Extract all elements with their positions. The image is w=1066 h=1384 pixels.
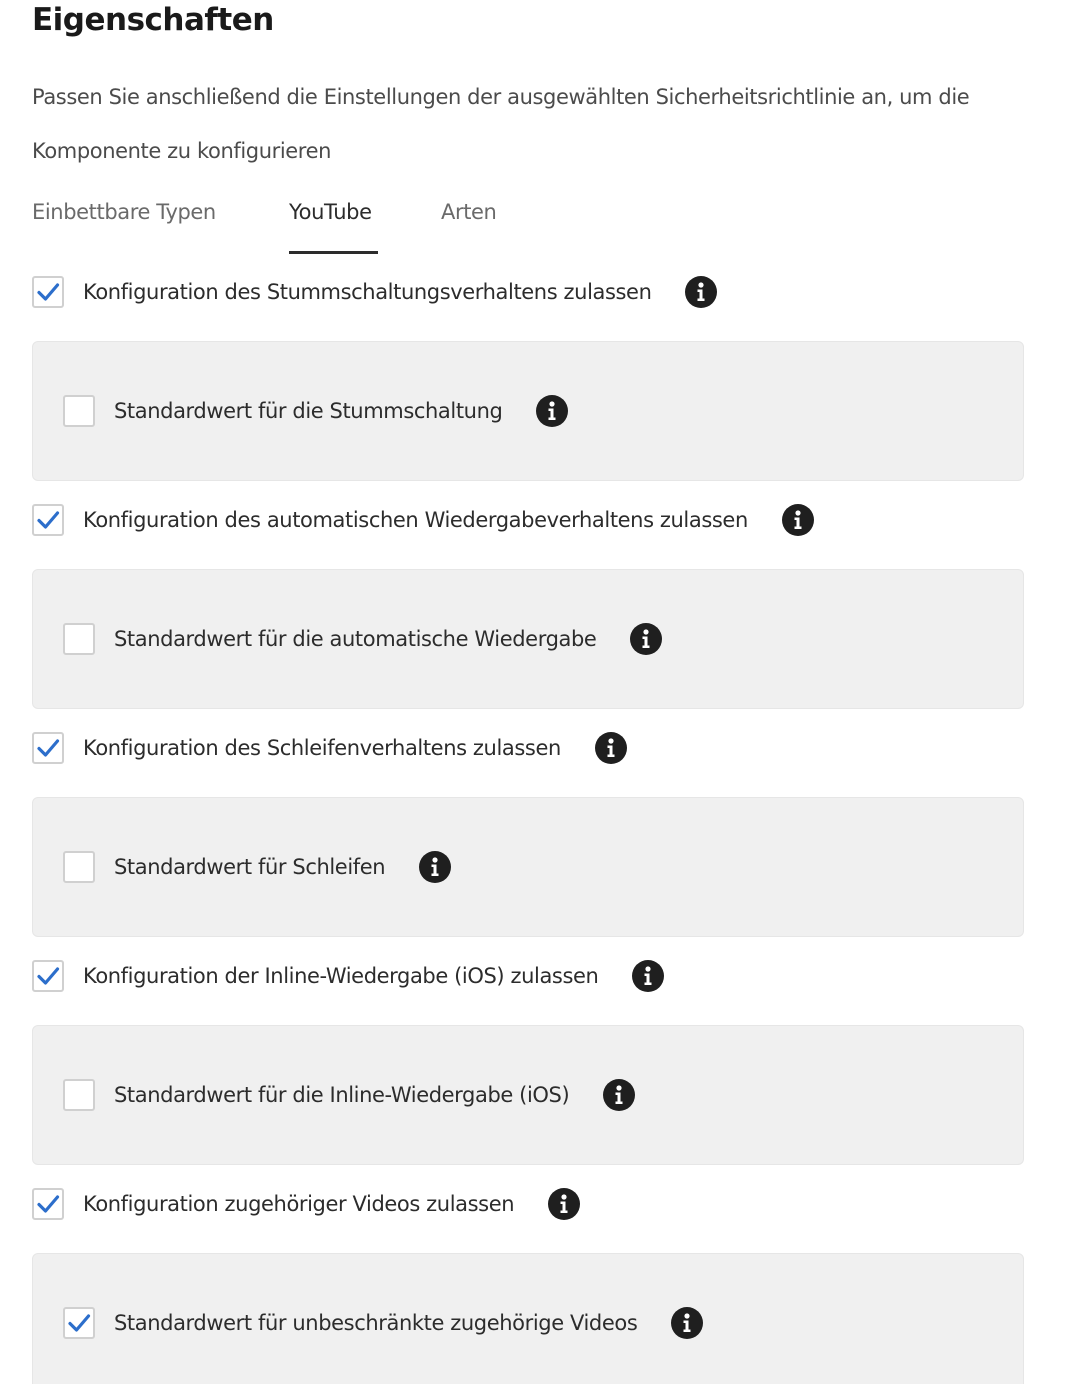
loop-default-label: Standardwert für Schleifen <box>114 855 386 879</box>
option-row-mute: Konfiguration des Stummschaltungsverhalt… <box>32 274 718 310</box>
tab-einbettbare-typen[interactable]: Einbettbare Typen <box>32 200 216 254</box>
option-row-loop: Konfiguration des Schleifenverhaltens zu… <box>32 730 627 766</box>
option-row-autoplay-default: Standardwert für die automatische Wieder… <box>63 621 663 657</box>
loop-default-panel: Standardwert für Schleifen <box>32 797 1024 937</box>
loop-default-checkbox[interactable] <box>63 851 95 883</box>
tab-youtube[interactable]: YouTube <box>289 200 378 254</box>
checkmark-icon <box>37 1195 60 1213</box>
info-icon[interactable] <box>630 623 663 655</box>
page-description: Passen Sie anschließend die Einstellunge… <box>32 85 970 163</box>
info-icon[interactable] <box>419 851 452 883</box>
tab-arten[interactable]: Arten <box>441 200 497 254</box>
mute-config-checkbox[interactable] <box>32 276 64 308</box>
info-icon[interactable] <box>536 395 569 427</box>
info-icon[interactable] <box>548 1188 581 1220</box>
checkmark-icon <box>37 967 60 985</box>
inline-default-label: Standardwert für die Inline-Wiedergabe (… <box>114 1083 570 1107</box>
loop-config-label: Konfiguration des Schleifenverhaltens zu… <box>83 736 561 760</box>
option-row-related: Konfiguration zugehöriger Videos zulasse… <box>32 1186 581 1222</box>
option-row-mute-default: Standardwert für die Stummschaltung <box>63 393 569 429</box>
related-config-checkbox[interactable] <box>32 1188 64 1220</box>
page-title: Eigenschaften <box>32 2 274 38</box>
checkmark-icon <box>37 739 60 757</box>
info-icon[interactable] <box>632 960 665 992</box>
option-row-autoplay: Konfiguration des automatischen Wiederga… <box>32 502 814 538</box>
info-icon[interactable] <box>594 732 627 764</box>
checkmark-icon <box>37 283 60 301</box>
mute-default-panel: Standardwert für die Stummschaltung <box>32 341 1024 481</box>
mute-default-checkbox[interactable] <box>63 395 95 427</box>
option-row-inline: Konfiguration der Inline-Wiedergabe (iOS… <box>32 958 665 994</box>
loop-config-checkbox[interactable] <box>32 732 64 764</box>
info-icon[interactable] <box>685 276 718 308</box>
related-config-label: Konfiguration zugehöriger Videos zulasse… <box>83 1192 515 1216</box>
checkmark-icon <box>37 511 60 529</box>
mute-default-label: Standardwert für die Stummschaltung <box>114 399 503 423</box>
autoplay-default-label: Standardwert für die automatische Wieder… <box>114 627 597 651</box>
related-default-checkbox[interactable] <box>63 1307 95 1339</box>
info-icon[interactable] <box>603 1079 636 1111</box>
option-row-loop-default: Standardwert für Schleifen <box>63 849 452 885</box>
inline-default-checkbox[interactable] <box>63 1079 95 1111</box>
info-icon[interactable] <box>781 504 814 536</box>
autoplay-config-checkbox[interactable] <box>32 504 64 536</box>
autoplay-config-label: Konfiguration des automatischen Wiederga… <box>83 508 748 532</box>
mute-config-label: Konfiguration des Stummschaltungsverhalt… <box>83 280 652 304</box>
inline-config-label: Konfiguration der Inline-Wiedergabe (iOS… <box>83 964 599 988</box>
option-row-inline-default: Standardwert für die Inline-Wiedergabe (… <box>63 1077 636 1113</box>
related-default-label: Standardwert für unbeschränkte zugehörig… <box>114 1311 638 1335</box>
option-row-related-default: Standardwert für unbeschränkte zugehörig… <box>63 1305 704 1341</box>
related-default-panel: Standardwert für unbeschränkte zugehörig… <box>32 1253 1024 1384</box>
info-icon[interactable] <box>671 1307 704 1339</box>
autoplay-default-panel: Standardwert für die automatische Wieder… <box>32 569 1024 709</box>
inline-config-checkbox[interactable] <box>32 960 64 992</box>
checkmark-icon <box>68 1314 91 1332</box>
inline-default-panel: Standardwert für die Inline-Wiedergabe (… <box>32 1025 1024 1165</box>
autoplay-default-checkbox[interactable] <box>63 623 95 655</box>
